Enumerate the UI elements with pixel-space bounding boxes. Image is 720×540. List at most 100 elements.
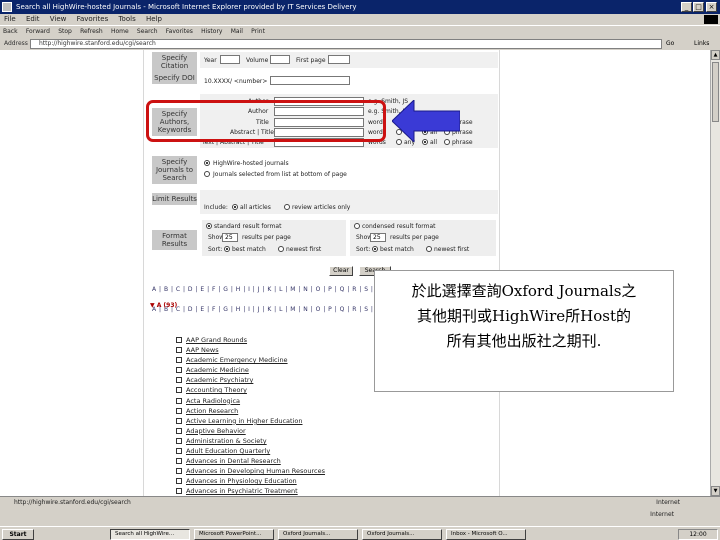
radio-all-articles[interactable] [232, 204, 238, 210]
journal-checkbox[interactable] [176, 407, 182, 414]
journal-link[interactable]: Acta Radiologica [186, 397, 240, 405]
radio-highwire-journals[interactable] [204, 160, 210, 166]
task-item[interactable]: Inbox - Microsoft O... [446, 529, 526, 540]
journal-link[interactable]: AAP News [186, 346, 219, 354]
radio-review-articles[interactable] [284, 204, 290, 210]
journal-link[interactable]: Adaptive Behavior [186, 427, 246, 435]
radio-condensed-best[interactable] [372, 246, 378, 252]
volume-input[interactable] [270, 55, 290, 64]
radio-standard-newest[interactable] [278, 246, 284, 252]
radio-standard-format[interactable] [206, 223, 212, 229]
standard-per-page-select[interactable]: 25 [222, 233, 238, 242]
journal-link[interactable]: Academic Emergency Medicine [186, 356, 288, 364]
menu-edit[interactable]: Edit [22, 14, 44, 25]
journal-link[interactable]: Accounting Theory [186, 386, 247, 394]
list-item[interactable]: Academic Psychiatry [176, 375, 325, 385]
journal-checkbox[interactable] [176, 448, 182, 455]
links-button[interactable]: Links [694, 38, 709, 50]
journal-checkbox[interactable] [176, 347, 182, 354]
list-item[interactable]: Advances in Developing Human Resources [176, 466, 325, 476]
journal-link[interactable]: Active Learning in Higher Education [186, 417, 303, 425]
task-item[interactable]: Microsoft PowerPoint... [194, 529, 274, 540]
home-button[interactable]: Home [108, 26, 132, 37]
condensed-per-page-select[interactable]: 25 [370, 233, 386, 242]
menu-help[interactable]: Help [142, 14, 166, 25]
task-item[interactable]: Oxford Journals... [362, 529, 442, 540]
list-item[interactable]: Academic Medicine [176, 365, 325, 375]
journal-link[interactable]: Advances in Developing Human Resources [186, 467, 325, 475]
journal-checkbox[interactable] [176, 458, 182, 465]
menu-tools[interactable]: Tools [114, 14, 139, 25]
task-item[interactable]: Search all HighWire... [110, 529, 190, 540]
minimize-button[interactable]: _ [681, 2, 692, 12]
list-item[interactable]: AAP Grand Rounds [176, 335, 325, 345]
scroll-thumb[interactable] [712, 62, 719, 122]
radio-condensed-newest[interactable] [426, 246, 432, 252]
back-button[interactable]: Back [0, 26, 21, 37]
stop-button[interactable]: Stop [55, 26, 75, 37]
journal-link[interactable]: Action Research [186, 407, 238, 415]
task-item[interactable]: Oxford Journals... [278, 529, 358, 540]
list-item[interactable]: Academic Emergency Medicine [176, 355, 325, 365]
radio-selected-journals[interactable] [204, 171, 210, 177]
journal-link[interactable]: Academic Medicine [186, 366, 249, 374]
forward-button[interactable]: Forward [23, 26, 53, 37]
journal-checkbox[interactable] [176, 357, 182, 364]
list-item[interactable]: Accounting Theory [176, 385, 325, 395]
doi-row: 10.XXXX/ <number> [200, 72, 498, 90]
maximize-button[interactable]: □ [693, 2, 704, 12]
journal-checkbox[interactable] [176, 488, 182, 495]
journal-link[interactable]: Advances in Physiology Education [186, 477, 297, 485]
vertical-scrollbar[interactable]: ▲ ▼ [710, 50, 720, 496]
address-input[interactable]: http://highwire.stanford.edu/cgi/search [30, 39, 662, 49]
list-item[interactable]: Action Research [176, 406, 325, 416]
refresh-button[interactable]: Refresh [77, 26, 106, 37]
list-item[interactable]: Adaptive Behavior [176, 426, 325, 436]
list-item[interactable]: Advances in Dental Research [176, 456, 325, 466]
list-item[interactable]: Advances in Physiology Education [176, 476, 325, 486]
journal-checkbox[interactable] [176, 337, 182, 343]
radio-standard-best[interactable] [224, 246, 230, 252]
list-item[interactable]: Administration & Society [176, 436, 325, 446]
journal-link[interactable]: Adult Education Quarterly [186, 447, 270, 455]
journal-link[interactable]: Academic Psychiatry [186, 376, 253, 384]
menu-favorites[interactable]: Favorites [73, 14, 113, 25]
close-button[interactable]: × [706, 2, 717, 12]
journal-checkbox[interactable] [176, 478, 182, 485]
radio-condensed-format[interactable] [354, 223, 360, 229]
journal-checkbox[interactable] [176, 437, 182, 444]
favorites-button[interactable]: Favorites [163, 26, 196, 37]
menu-file[interactable]: File [0, 14, 20, 25]
journal-checkbox[interactable] [176, 468, 182, 475]
journal-link[interactable]: Advances in Psychiatric Treatment [186, 487, 298, 495]
doi-input[interactable] [270, 76, 350, 85]
lower-status-area: Internet [0, 508, 720, 526]
journal-checkbox[interactable] [176, 367, 182, 374]
journals-highlight-box [146, 100, 386, 142]
print-button[interactable]: Print [248, 26, 268, 37]
list-item[interactable]: AAP News [176, 345, 325, 355]
list-item[interactable]: Acta Radiologica [176, 396, 325, 406]
start-button[interactable]: Start [2, 529, 34, 540]
journal-checkbox[interactable] [176, 427, 182, 434]
journal-checkbox[interactable] [176, 397, 182, 404]
menu-view[interactable]: View [46, 14, 71, 25]
journal-link[interactable]: Administration & Society [186, 437, 267, 445]
list-item[interactable]: Active Learning in Higher Education [176, 416, 325, 426]
list-item[interactable]: Advances in Psychiatric Treatment [176, 486, 325, 496]
list-item[interactable]: Adult Education Quarterly [176, 446, 325, 456]
search-button[interactable]: Search [134, 26, 161, 37]
year-input[interactable] [220, 55, 240, 64]
scroll-up-icon[interactable]: ▲ [711, 50, 720, 60]
scroll-down-icon[interactable]: ▼ [711, 486, 720, 496]
journal-checkbox[interactable] [176, 377, 182, 384]
go-button[interactable]: Go [666, 39, 690, 49]
journal-link[interactable]: AAP Grand Rounds [186, 336, 247, 344]
journal-checkbox[interactable] [176, 387, 182, 394]
mail-button[interactable]: Mail [228, 26, 246, 37]
clear-button[interactable]: Clear [329, 266, 353, 276]
history-button[interactable]: History [198, 26, 225, 37]
journal-checkbox[interactable] [176, 417, 182, 424]
journal-link[interactable]: Advances in Dental Research [186, 457, 281, 465]
first-page-input[interactable] [328, 55, 350, 64]
